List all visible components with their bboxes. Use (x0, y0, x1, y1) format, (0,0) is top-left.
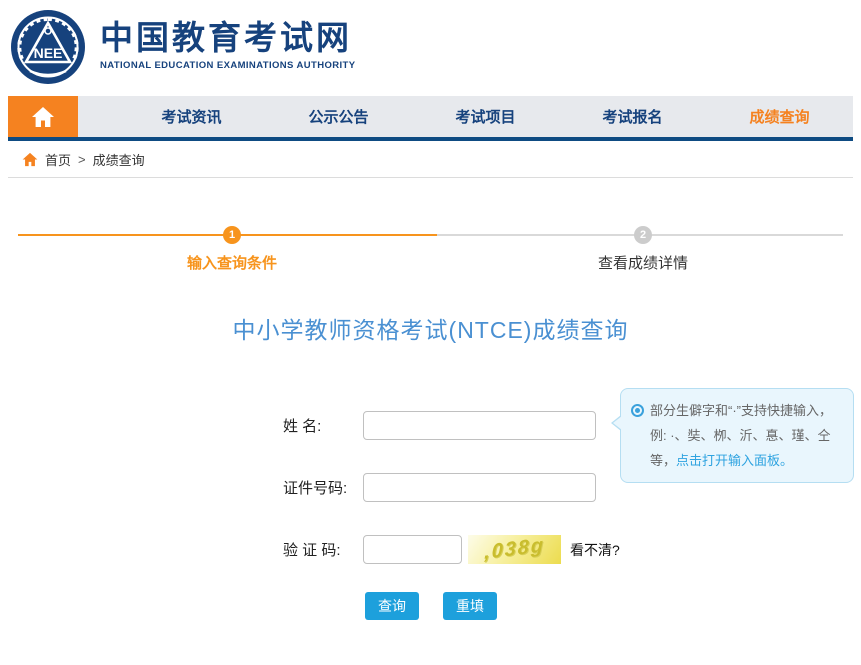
page: NEE 中国教育考试网 NATIONAL EDUCATION EXAMINATI… (0, 0, 861, 665)
nav-item-exam-programs[interactable]: 考试项目 (412, 96, 559, 137)
captcha-image-text: ,038g (484, 535, 545, 564)
rare-character-tooltip: 部分生僻字和“·”支持快捷输入，例: ·、奘、栁、沂、惪、瑾、仝等，点击打开输入… (620, 388, 854, 483)
nav-item-exam-registration[interactable]: 考试报名 (559, 96, 706, 137)
site-header: NEE 中国教育考试网 NATIONAL EDUCATION EXAMINATI… (0, 0, 861, 96)
captcha-row: 验 证 码: ,038g 看不清? (283, 535, 861, 564)
page-title: 中小学教师资格考试(NTCE)成绩查询 (0, 311, 861, 345)
id-number-label: 证件号码: (283, 477, 355, 498)
step-indicator: 1 2 输入查询条件 查看成绩详情 (0, 178, 861, 278)
brand-text: 中国教育考试网 NATIONAL EDUCATION EXAMINATIONS … (100, 9, 355, 71)
captcha-input[interactable] (363, 535, 462, 564)
breadcrumb-separator: > (78, 152, 86, 167)
breadcrumb-home-icon (22, 152, 38, 167)
reset-button[interactable]: 重填 (443, 592, 497, 620)
nav-item-exam-news[interactable]: 考试资讯 (118, 96, 265, 137)
site-title: 中国教育考试网 (100, 20, 355, 56)
nav-items: 考试资讯 公示公告 考试项目 考试报名 成绩查询 (78, 96, 853, 137)
form-buttons: 查询 重填 (365, 592, 861, 620)
step-2-circle: 2 (634, 226, 652, 244)
main-navbar: 考试资讯 公示公告 考试项目 考试报名 成绩查询 (8, 96, 853, 141)
tooltip-content: 部分生僻字和“·”支持快捷输入，例: ·、奘、栁、沂、惪、瑾、仝等，点击打开输入… (631, 398, 843, 473)
name-label: 姓 名: (283, 415, 355, 436)
neea-logo: NEE (10, 9, 86, 85)
query-button[interactable]: 查询 (365, 592, 419, 620)
svg-text:NEE: NEE (34, 45, 63, 61)
step-1-label: 输入查询条件 (152, 252, 312, 273)
step-1-circle: 1 (223, 226, 241, 244)
breadcrumb: 首页 > 成绩查询 (8, 141, 853, 178)
breadcrumb-home-link[interactable]: 首页 (45, 150, 71, 169)
id-number-input[interactable] (363, 473, 596, 502)
neea-emblem-icon: NEE (10, 9, 86, 85)
home-icon (31, 106, 55, 128)
site-title-english: NATIONAL EDUCATION EXAMINATIONS AUTHORIT… (100, 60, 355, 71)
radio-dot-icon (631, 404, 644, 417)
captcha-refresh-link[interactable]: 看不清? (570, 540, 620, 560)
nav-home-button[interactable] (8, 96, 78, 137)
tooltip-text: 部分生僻字和“·”支持快捷输入，例: ·、奘、栁、沂、惪、瑾、仝等，点击打开输入… (650, 398, 843, 473)
breadcrumb-current: 成绩查询 (93, 150, 145, 169)
step-2-label: 查看成绩详情 (563, 252, 723, 273)
nav-item-score-query[interactable]: 成绩查询 (706, 96, 853, 137)
nav-item-public-notice[interactable]: 公示公告 (265, 96, 412, 137)
open-input-panel-link[interactable]: 点击打开输入面板。 (676, 453, 793, 468)
captcha-label: 验 证 码: (283, 539, 355, 560)
captcha-image[interactable]: ,038g (468, 535, 561, 564)
name-input[interactable] (363, 411, 596, 440)
